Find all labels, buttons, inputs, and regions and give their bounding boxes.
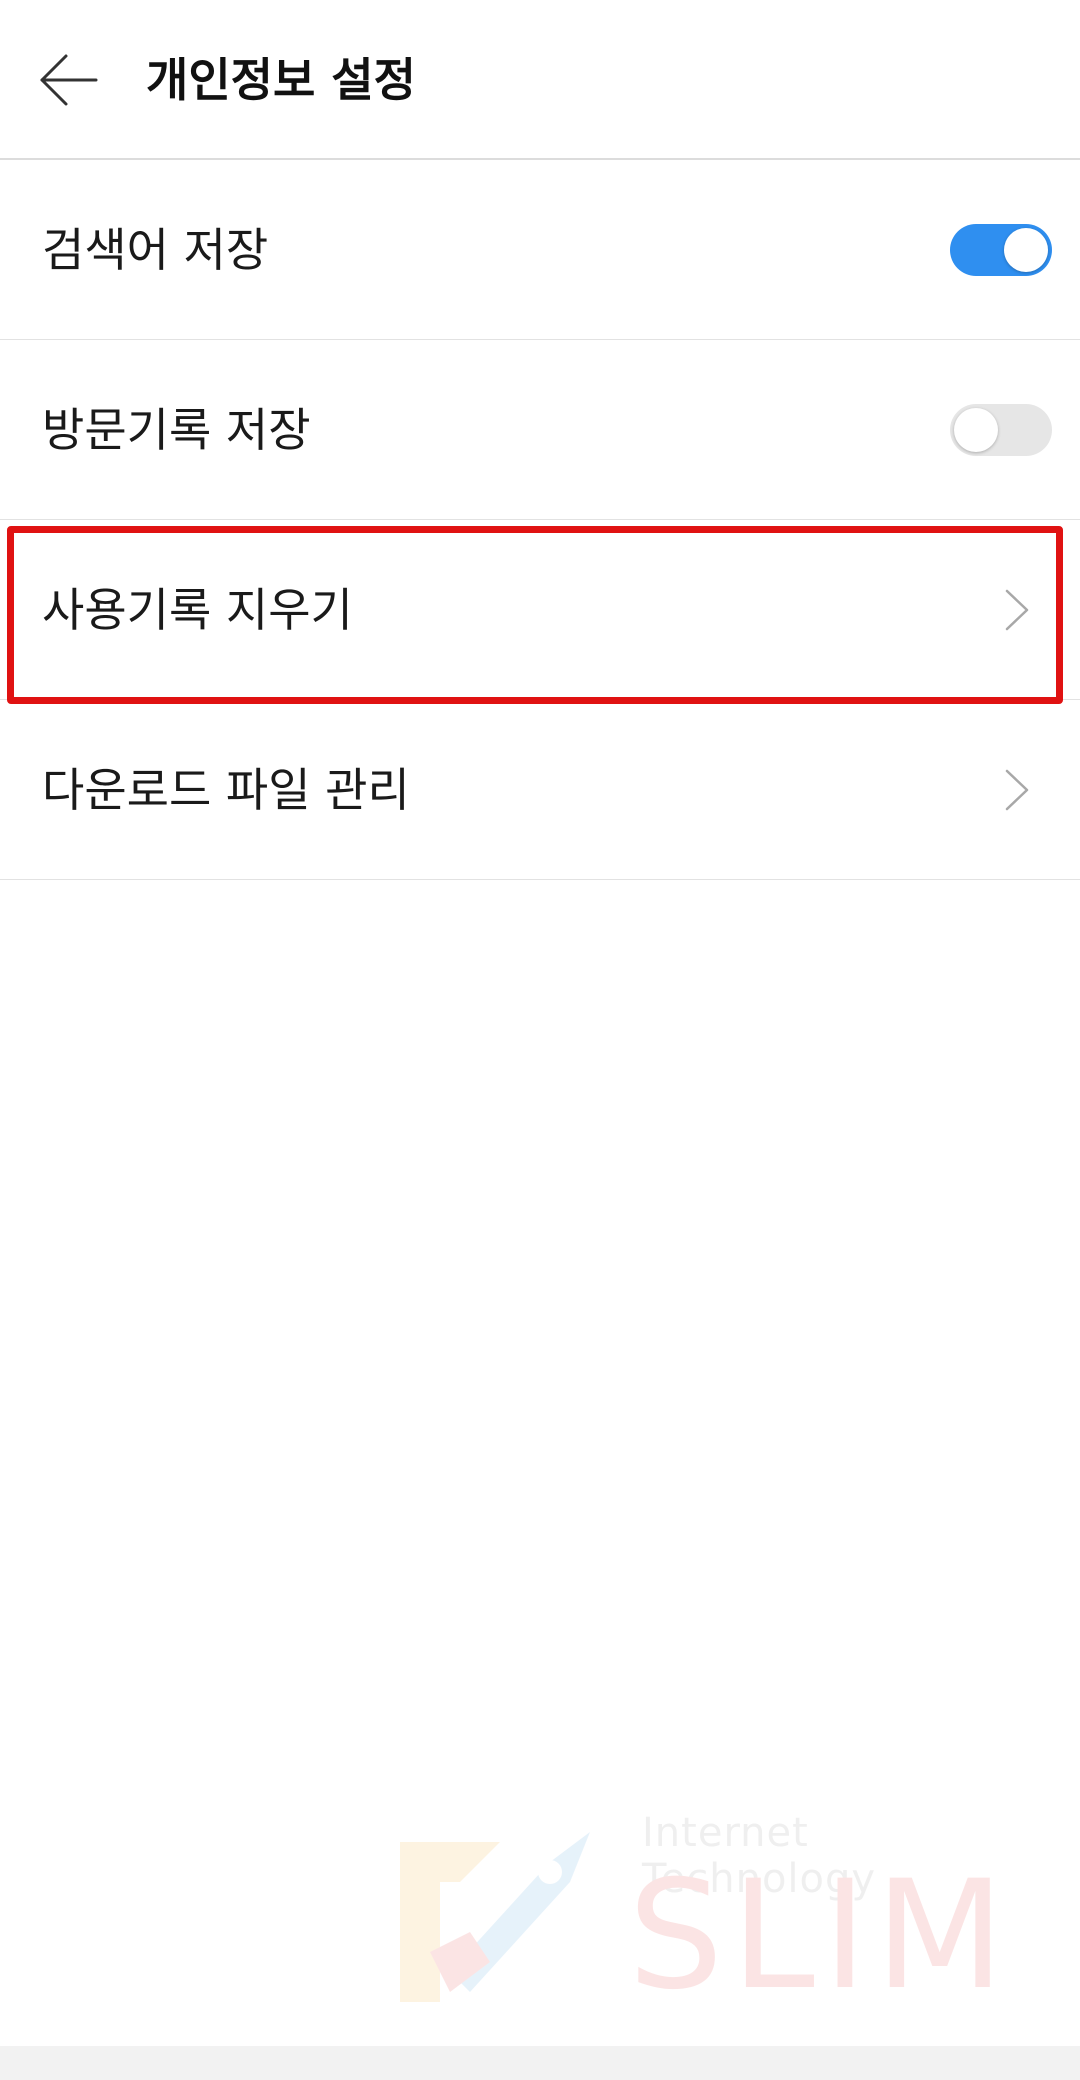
save-search-toggle[interactable] — [950, 224, 1052, 276]
setting-label: 방문기록 저장 — [42, 403, 311, 457]
toggle-knob — [1004, 228, 1048, 272]
setting-label: 사용기록 지우기 — [42, 583, 353, 637]
back-button[interactable] — [28, 40, 108, 120]
chevron-right-icon — [1005, 589, 1029, 631]
toggle-knob — [954, 408, 998, 452]
watermark-brand: SLIM — [628, 1849, 1013, 2023]
bottom-strip — [0, 2046, 1080, 2080]
arrow-left-icon — [40, 54, 98, 106]
privacy-settings-screen: 개인정보 설정 검색어 저장 방문기록 저장 사용기록 지우기 다운로드 파일 … — [0, 0, 1080, 2080]
setting-label: 다운로드 파일 관리 — [42, 763, 410, 817]
app-bar: 개인정보 설정 — [0, 0, 1080, 160]
setting-row-downloads[interactable]: 다운로드 파일 관리 — [0, 700, 1080, 880]
setting-row-save-history[interactable]: 방문기록 저장 — [0, 340, 1080, 520]
save-history-toggle[interactable] — [950, 404, 1052, 456]
setting-row-save-search[interactable]: 검색어 저장 — [0, 160, 1080, 340]
chevron-right-icon — [1005, 769, 1029, 811]
page-title: 개인정보 설정 — [146, 53, 416, 107]
rocket-logo-icon — [400, 1832, 590, 2002]
setting-row-clear-usage[interactable]: 사용기록 지우기 — [0, 520, 1080, 700]
watermark: Internet Technology SLIM — [390, 1810, 1030, 2020]
setting-label: 검색어 저장 — [42, 223, 269, 277]
